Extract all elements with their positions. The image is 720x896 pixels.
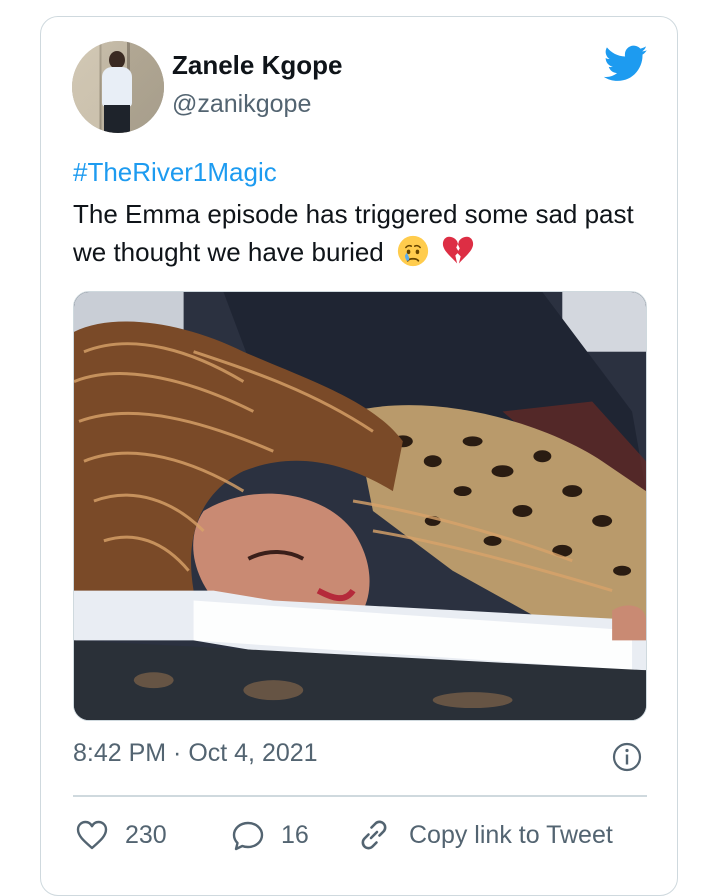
action-divider: [73, 795, 647, 797]
link-icon: [361, 820, 387, 850]
author-name[interactable]: Zanele Kgope: [172, 50, 342, 81]
heart-icon: [76, 820, 108, 850]
avatar-person-body: [102, 67, 132, 107]
tweet-text: The Emma episode has triggered some sad …: [73, 199, 634, 267]
tweet-timestamp-link[interactable]: 8:42 PM · Oct 4, 2021: [73, 739, 318, 768]
broken-heart-emoji-icon: [443, 236, 474, 264]
crying-face-emoji-icon: [397, 235, 429, 267]
avatar-person-legs: [104, 105, 130, 133]
tweet-card: Zanele Kgope @zanikgope #TheRiver1Magic …: [40, 16, 678, 896]
info-icon[interactable]: [611, 741, 643, 773]
reply-bubble-icon: [232, 821, 264, 851]
author-avatar[interactable]: [72, 41, 164, 133]
author-handle[interactable]: @zanikgope: [172, 90, 311, 119]
tweet-media-image[interactable]: [73, 291, 647, 721]
tweet-hashtag-link[interactable]: #TheRiver1Magic: [73, 157, 277, 188]
tweet-text-block: The Emma episode has triggered some sad …: [73, 195, 653, 271]
twitter-bird-icon[interactable]: [604, 45, 648, 83]
copy-link-label: Copy link to Tweet: [409, 820, 613, 849]
like-button[interactable]: 230: [75, 817, 167, 853]
like-count: 230: [125, 820, 167, 849]
reply-button[interactable]: 16: [231, 817, 309, 853]
copy-link-button[interactable]: Copy link to Tweet: [357, 817, 613, 853]
reply-count: 16: [281, 820, 309, 849]
